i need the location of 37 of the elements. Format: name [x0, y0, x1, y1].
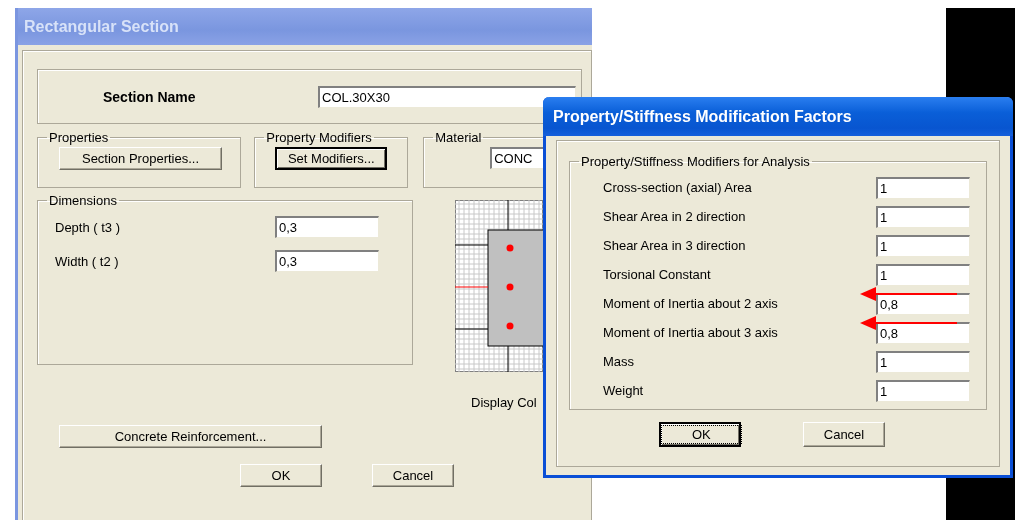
section-name-label: Section Name	[103, 88, 197, 105]
field-label: Weight	[602, 383, 645, 398]
input-field[interactable]: 1	[876, 234, 970, 257]
field-label: Width ( t2 )	[54, 253, 120, 269]
input-field[interactable]: COL.30X30	[318, 85, 576, 108]
field-label: Cross-section (axial) Area	[602, 180, 753, 195]
button[interactable]: OK	[240, 464, 322, 487]
button[interactable]: Cancel	[372, 464, 454, 487]
button[interactable]: Section Properties...	[59, 147, 222, 170]
button[interactable]: Cancel	[803, 422, 885, 447]
input-field[interactable]: 1	[876, 176, 970, 199]
input-field[interactable]: 0,8	[876, 321, 970, 344]
field-label: Torsional Constant	[602, 267, 712, 282]
field-label: Moment of Inertia about 2 axis	[602, 296, 779, 311]
input-field[interactable]: 1	[876, 350, 970, 373]
button[interactable]: Concrete Reinforcement...	[59, 425, 322, 448]
field-label: Shear Area in 3 direction	[602, 238, 747, 253]
preview-caption: Display Col	[471, 395, 538, 410]
group-label: Properties	[48, 130, 110, 145]
field-label: Moment of Inertia about 3 axis	[602, 325, 779, 340]
window-title: Property/Stiffness Modification Factors	[553, 107, 852, 126]
button[interactable]: Set Modifiers...	[275, 147, 388, 170]
input-field[interactable]: 0,3	[275, 250, 379, 272]
button[interactable]: OK	[659, 422, 741, 447]
field-label: Mass	[602, 354, 636, 369]
input-field[interactable]: 1	[876, 205, 970, 228]
input-field[interactable]: 1	[876, 263, 970, 286]
field-label: Depth ( t3 )	[54, 219, 122, 235]
input-field[interactable]: 1	[876, 379, 970, 402]
window-title: Rectangular Section	[24, 17, 179, 36]
input-field[interactable]: 0,8	[876, 292, 970, 315]
input-field[interactable]: 0,3	[275, 216, 379, 238]
group-label: Material	[434, 130, 483, 145]
group-label: Property Modifiers	[265, 130, 373, 145]
group-label: Property/Stiffness Modifiers for Analysis	[580, 154, 811, 169]
group-label: Dimensions	[48, 193, 118, 208]
field-label: Shear Area in 2 direction	[602, 209, 747, 224]
